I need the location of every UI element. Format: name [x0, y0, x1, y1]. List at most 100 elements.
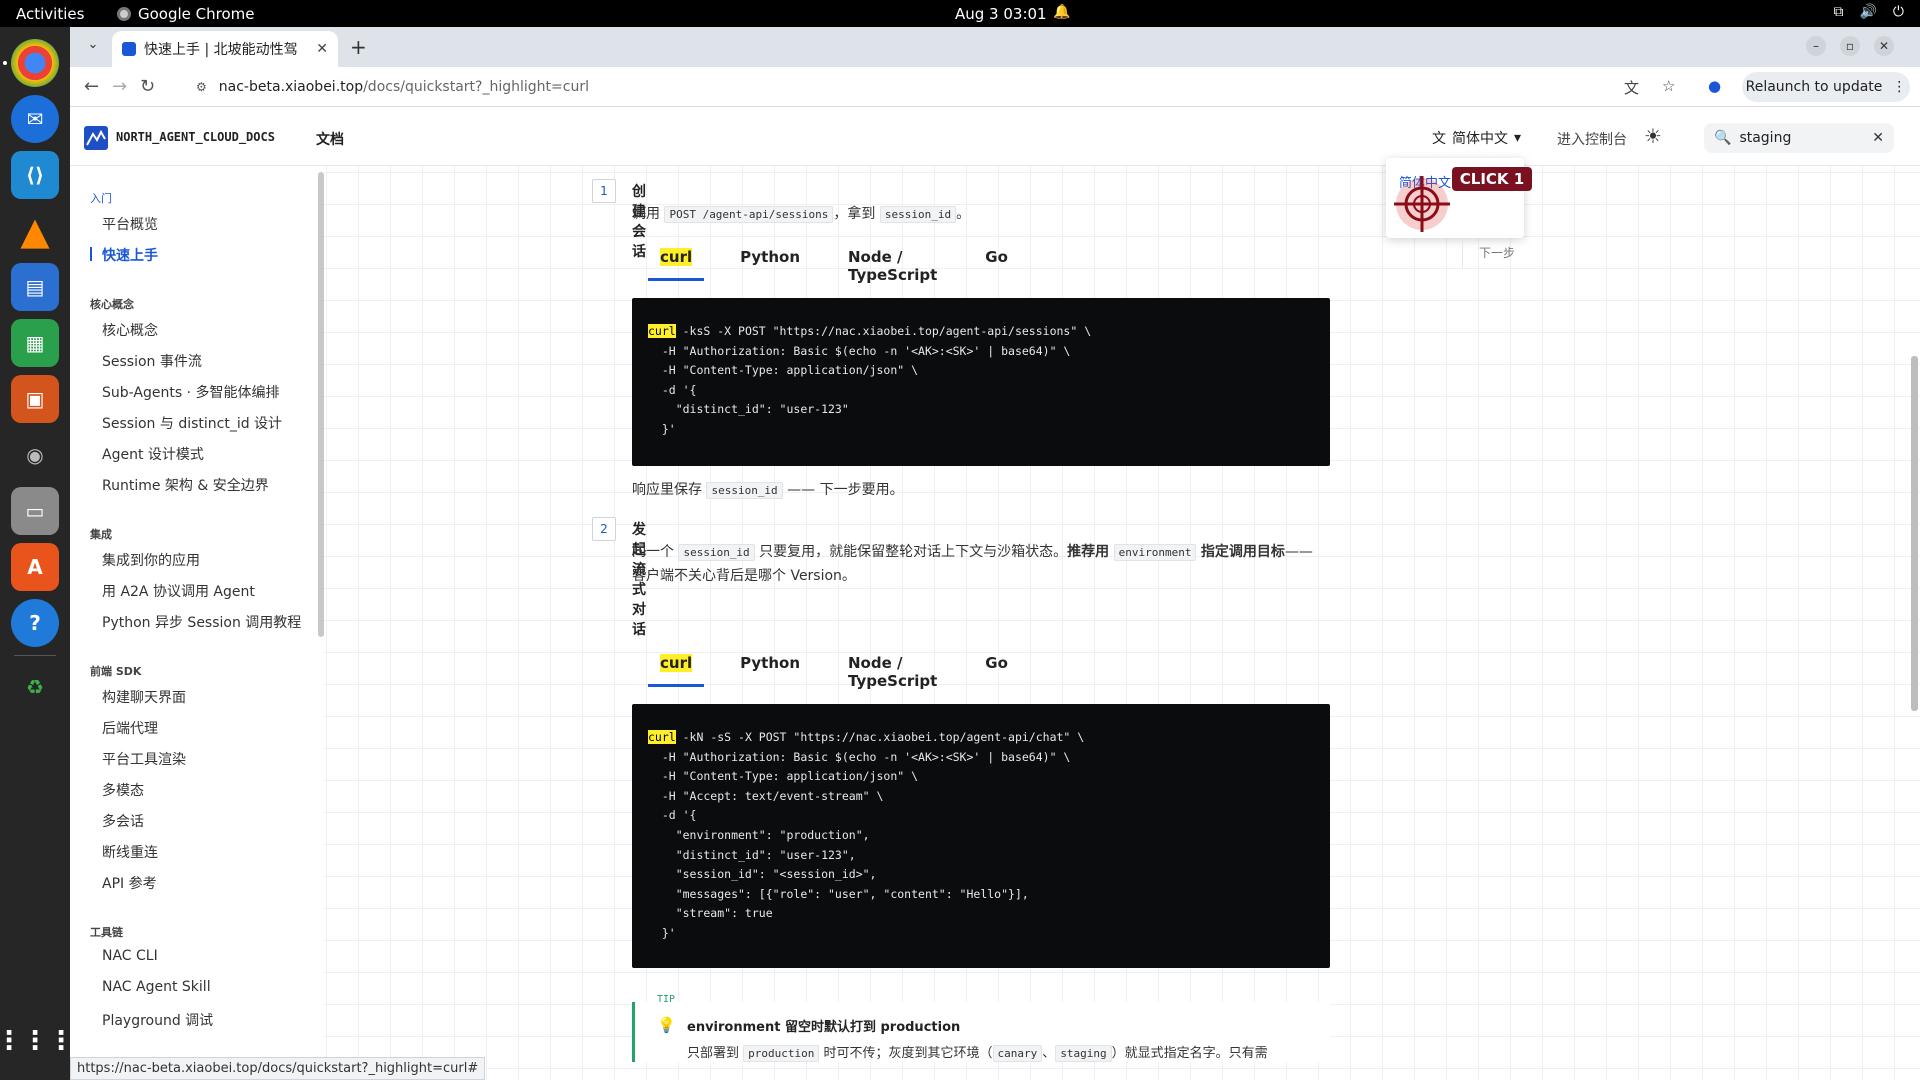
calc-dock-icon[interactable]: ▦: [11, 319, 59, 367]
volume-icon: 🔊: [1859, 4, 1877, 20]
tab-node[interactable]: Node / TypeScript: [836, 654, 949, 690]
site-header: NORTH_AGENT_CLOUD_DOCS 文档 文 简体中文 ▾ 进入控制台…: [70, 108, 1920, 166]
code-block[interactable]: curl -kN -sS -X POST "https://nac.xiaobe…: [632, 704, 1330, 968]
thunderbird-dock-icon[interactable]: ✉: [11, 95, 59, 143]
browser-tab[interactable]: 快速上手 | 北坡能动性驾 ✕: [112, 31, 338, 67]
sidebar-item[interactable]: Python 异步 Session 调用教程: [102, 612, 301, 632]
vlc-dock-icon[interactable]: ▲: [11, 207, 59, 255]
sidebar-item[interactable]: Runtime 架构 & 安全边界: [102, 475, 269, 495]
search-box[interactable]: 🔍 staging ✕: [1704, 123, 1894, 153]
sidebar-scrollbar[interactable]: [318, 172, 324, 637]
sidebar-item[interactable]: 用 A2A 协议调用 Agent: [102, 581, 255, 601]
search-input[interactable]: staging: [1739, 130, 1864, 146]
tab-python[interactable]: Python: [728, 248, 812, 284]
docs-nav-link[interactable]: 文档: [316, 129, 344, 149]
sidebar-item[interactable]: API 参考: [102, 873, 157, 893]
new-tab-button[interactable]: +: [350, 35, 367, 59]
reload-icon[interactable]: ↻: [140, 76, 155, 97]
sidebar-item[interactable]: 平台工具渲染: [102, 749, 186, 769]
status-url-bubble: https://nac-beta.xiaobei.top/docs/quicks…: [70, 1057, 486, 1080]
console-link[interactable]: 进入控制台: [1557, 129, 1627, 149]
dock: ✉ ⟨⟩ ▲ ▤ ▦ ▣ ◉ ▭ A ? ♻ ⋮⋮⋮: [0, 27, 74, 1080]
favicon-icon: [122, 42, 136, 56]
forward-icon[interactable]: →: [112, 76, 127, 97]
address-bar[interactable]: ⚙ nac-beta.xiaobei.top/docs/quickstart?_…: [196, 71, 1720, 103]
desc-text: ，拿到: [833, 206, 876, 222]
sidebar-item[interactable]: 多会话: [102, 811, 144, 831]
tip-text: ）就显式指定名字。只有需: [1111, 1046, 1268, 1061]
sidebar-item[interactable]: Session 与 distinct_id 设计: [102, 413, 282, 433]
sidebar-item[interactable]: Sub-Agents · 多智能体编排: [102, 382, 279, 402]
chrome-dock-icon[interactable]: [11, 39, 59, 87]
minimize-button[interactable]: –: [1806, 36, 1826, 56]
sidebar-item[interactable]: 核心概念: [102, 320, 158, 340]
inline-code: POST /agent-api/sessions: [664, 206, 834, 223]
page-scrollbar[interactable]: [1908, 108, 1920, 1080]
activities-button[interactable]: Activities: [16, 5, 84, 23]
note-text: 响应里保存: [632, 482, 702, 498]
trash-dock-icon[interactable]: ♻: [11, 663, 59, 711]
tab-search-icon[interactable]: ⌄: [82, 37, 104, 59]
tab-go[interactable]: Go: [973, 248, 1020, 284]
sidebar-item[interactable]: NAC CLI: [102, 948, 158, 964]
tab-node[interactable]: Node / TypeScript: [836, 248, 949, 284]
maximize-button[interactable]: ▫: [1840, 36, 1860, 56]
relaunch-button[interactable]: Relaunch to update ⋮: [1742, 72, 1910, 102]
sidebar-item[interactable]: 断线重连: [102, 842, 158, 862]
app-menu[interactable]: Google Chrome: [117, 5, 255, 23]
sidebar-item[interactable]: Agent 设计模式: [102, 444, 204, 464]
sidebar-item[interactable]: 多模态: [102, 780, 144, 800]
impress-dock-icon[interactable]: ▣: [11, 375, 59, 423]
language-switcher[interactable]: 文 简体中文 ▾: [1432, 128, 1521, 148]
clock[interactable]: Aug 3 03:01: [955, 5, 1047, 23]
close-tab-icon[interactable]: ✕: [316, 41, 328, 57]
inline-code: environment: [1113, 544, 1197, 561]
theme-toggle-icon[interactable]: ☀: [1644, 124, 1662, 148]
files-dock-icon[interactable]: ▭: [11, 487, 59, 535]
profile-icon[interactable]: ●: [1708, 77, 1721, 95]
vscode-dock-icon[interactable]: ⟨⟩: [11, 151, 59, 199]
code-line: -H "Authorization: Basic $(echo -n '<AK>…: [648, 749, 1071, 764]
next-step-label: 下一步: [1462, 238, 1532, 268]
tip-callout: TIP 💡 environment 留空时默认打到 production 只部署…: [632, 994, 1330, 1062]
menu-dots-icon: ⋮: [1892, 79, 1907, 95]
chrome-window: ⌄ 快速上手 | 北坡能动性驾 ✕ + – ▫ ✕ ← → ↻ ⚙ nac-be…: [70, 27, 1920, 1080]
code-line: "environment": "production",: [648, 827, 870, 842]
help-dock-icon[interactable]: ?: [11, 599, 59, 647]
sidebar-item[interactable]: NAC Agent Skill: [102, 979, 211, 995]
code-block[interactable]: curl -ksS -X POST "https://nac.xiaobei.t…: [632, 298, 1330, 466]
bookmark-star-icon[interactable]: ☆: [1662, 77, 1675, 95]
tab-go[interactable]: Go: [973, 654, 1020, 690]
site-info-icon[interactable]: ⚙: [196, 80, 207, 94]
tab-curl[interactable]: curl: [648, 248, 705, 284]
scrollbar-thumb[interactable]: [1911, 356, 1918, 711]
sidebar-item[interactable]: 构建聊天界面: [102, 687, 186, 707]
code-line: }': [648, 421, 676, 436]
gimp-dock-icon[interactable]: ◉: [11, 431, 59, 479]
back-icon[interactable]: ←: [84, 76, 99, 97]
close-window-button[interactable]: ✕: [1874, 36, 1894, 56]
sidebar-item[interactable]: 集成到你的应用: [102, 550, 200, 570]
url-path: /docs/quickstart?_highlight=curl: [363, 79, 589, 95]
tab-curl[interactable]: curl: [648, 654, 705, 690]
software-dock-icon[interactable]: A: [11, 543, 59, 591]
active-indicator: [3, 61, 7, 65]
show-apps-icon[interactable]: ⋮⋮⋮: [0, 1017, 74, 1065]
translate-icon[interactable]: 文: [1624, 77, 1639, 98]
desc-bold: 推荐用: [1067, 544, 1110, 560]
logo-icon[interactable]: [84, 126, 108, 150]
clear-search-icon[interactable]: ✕: [1872, 130, 1884, 146]
writer-dock-icon[interactable]: ▤: [11, 263, 59, 311]
step-number: 2: [592, 517, 616, 541]
sidebar-item[interactable]: Session 事件流: [102, 351, 202, 371]
sidebar-item[interactable]: 平台概览: [102, 214, 158, 234]
sidebar-item[interactable]: 后端代理: [102, 718, 158, 738]
browser-toolbar: ← → ↻ ⚙ nac-beta.xiaobei.top/docs/quicks…: [70, 67, 1920, 107]
system-tray[interactable]: ⧉ 🔊 ⏻: [1833, 4, 1904, 20]
brand-name[interactable]: NORTH_AGENT_CLOUD_DOCS: [116, 130, 275, 144]
sidebar-item[interactable]: Playground 调试: [102, 1010, 213, 1030]
code-line: -H "Content-Type: application/json" \: [648, 769, 919, 784]
tab-python[interactable]: Python: [728, 654, 812, 690]
sidebar-item[interactable]: 快速上手: [102, 245, 158, 265]
code-line: curl -kN -sS -X POST "https://nac.xiaobe…: [648, 730, 1085, 744]
